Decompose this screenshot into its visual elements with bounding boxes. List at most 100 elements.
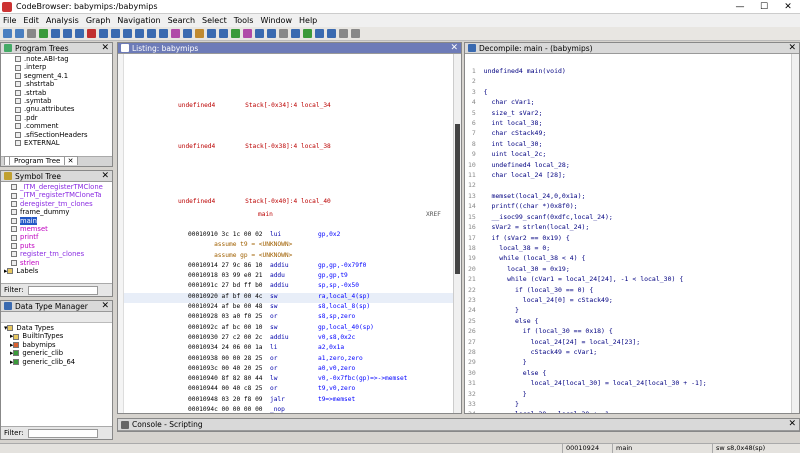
listing-row[interactable]: 0001092c af bc 00 10 sw gp,local_40(sp): [188, 323, 422, 333]
function-icon[interactable]: [171, 29, 180, 38]
back-icon[interactable]: [3, 29, 12, 38]
list-item[interactable]: ▾ Data Types: [4, 324, 112, 332]
code-line[interactable]: 2: [468, 76, 707, 86]
list-item[interactable]: _ITM_deregisterTMClone: [11, 183, 112, 191]
nav-icon[interactable]: [315, 29, 324, 38]
close-icon[interactable]: ✕: [101, 171, 109, 182]
menu-navigation[interactable]: Navigation: [117, 16, 160, 25]
local-var[interactable]: undefined4 Stack[-0x34]:4 local_34: [178, 101, 331, 122]
code-line[interactable]: 6 int local_38;: [468, 118, 707, 128]
list-item[interactable]: _ITM_registerTMCloneTa: [11, 191, 112, 199]
list-item[interactable]: register_tm_clones: [11, 250, 112, 258]
nav-icon[interactable]: [51, 29, 60, 38]
nav-icon[interactable]: [207, 29, 216, 38]
nav-icon[interactable]: [135, 29, 144, 38]
code-line[interactable]: 21 while (cVar1 = local_24[24], -1 < loc…: [468, 274, 707, 284]
list-item[interactable]: ▸ BuiltInTypes: [4, 332, 112, 340]
label-icon[interactable]: [243, 29, 252, 38]
list-item[interactable]: strlen: [11, 259, 112, 267]
function-label[interactable]: main: [258, 210, 273, 220]
list-item[interactable]: ▸ generic_clib_64: [4, 358, 112, 366]
code-line[interactable]: 12: [468, 180, 707, 190]
code-line[interactable]: 24 }: [468, 305, 707, 315]
listing-row[interactable]: 00010928 03 a0 f0 25 or s8,sp,zero: [188, 312, 422, 322]
local-var[interactable]: undefined4 Stack[-0x38]:4 local_38: [178, 142, 331, 176]
menu-help[interactable]: Help: [299, 16, 317, 25]
tool-icon[interactable]: [339, 29, 348, 38]
close-icon[interactable]: ✕: [450, 43, 458, 54]
code-line[interactable]: 11 char local_24 [28];: [468, 170, 707, 180]
local-var[interactable]: undefined4 Stack[-0x40]:4 local_40: [178, 197, 331, 207]
bookmark-icon[interactable]: [87, 29, 96, 38]
nav-icon[interactable]: [147, 29, 156, 38]
code-line[interactable]: 28 cStack49 = cVar1;: [468, 347, 707, 357]
listing-row[interactable]: 00010920 af bf 00 4c sw ra,local_4(sp): [188, 292, 422, 302]
code-line[interactable]: 18 local_38 = 0;: [468, 243, 707, 253]
code-line[interactable]: 9 uint local_2c;: [468, 149, 707, 159]
code-line[interactable]: 32 }: [468, 389, 707, 399]
download-icon[interactable]: [39, 29, 48, 38]
menu-select[interactable]: Select: [202, 16, 227, 25]
code-line[interactable]: 8 int local_30;: [468, 139, 707, 149]
code-line[interactable]: 13 memset(local_24,0,0x1a);: [468, 191, 707, 201]
code-line[interactable]: 33 }: [468, 399, 707, 409]
nav-icon[interactable]: [291, 29, 300, 38]
nav-icon[interactable]: [111, 29, 120, 38]
listing-row[interactable]: 00010938 00 00 28 25 or a1,zero,zero: [188, 354, 422, 364]
minimize-button[interactable]: —: [728, 0, 752, 14]
dtm-filter-input[interactable]: [27, 428, 98, 438]
xref-label[interactable]: XREF: [426, 210, 441, 220]
menu-tools[interactable]: Tools: [234, 16, 254, 25]
nav-icon[interactable]: [63, 29, 72, 38]
nav-icon[interactable]: [75, 29, 84, 38]
list-item-selected[interactable]: main: [11, 216, 112, 226]
code-line[interactable]: 20 local_30 = 0x19;: [468, 264, 707, 274]
list-item[interactable]: puts: [11, 242, 112, 250]
code-line[interactable]: 23 local_24[0] = cStack49;: [468, 295, 707, 305]
listing-row[interactable]: 00010934 24 06 00 1a li a2,0x1a: [188, 343, 422, 353]
list-item[interactable]: .pdr: [15, 114, 112, 122]
listing-row[interactable]: assume t9 = <UNKNOWN>: [188, 240, 422, 250]
listing-row[interactable]: 00010944 00 40 c8 25 or t9,v0,zero: [188, 384, 422, 394]
nav-icon[interactable]: [219, 29, 228, 38]
list-item[interactable]: EXTERNAL: [15, 139, 112, 147]
listing-row[interactable]: 0001094c 00 00 00 00 _nop: [188, 405, 422, 413]
decompile-scrollbar[interactable]: [791, 54, 799, 413]
close-icon[interactable]: ✕: [788, 419, 796, 430]
close-icon[interactable]: ✕: [101, 43, 109, 54]
code-line[interactable]: 1 undefined4 main(void): [468, 66, 707, 76]
list-item[interactable]: .interp: [15, 63, 112, 71]
list-item[interactable]: .shstrtab: [15, 80, 112, 88]
listing-row[interactable]: 00010914 27 9c 86 10 addiu gp,gp,-0x79f0: [188, 261, 422, 271]
tab-program-tree[interactable]: Program Tree ✕: [4, 156, 79, 165]
list-item[interactable]: .strtab: [15, 89, 112, 97]
menu-analysis[interactable]: Analysis: [46, 16, 79, 25]
listing-row[interactable]: 00010930 27 c2 00 2c addiu v0,s8,0x2c: [188, 333, 422, 343]
list-item[interactable]: .sfiSectionHeaders: [15, 131, 112, 139]
nav-icon[interactable]: [267, 29, 276, 38]
listing-row[interactable]: 0001093c 00 40 20 25 or a0,v0,zero: [188, 364, 422, 374]
menu-search[interactable]: Search: [168, 16, 195, 25]
menu-window[interactable]: Window: [260, 16, 292, 25]
close-icon[interactable]: ✕: [788, 43, 796, 54]
listing-row[interactable]: 00010910 3c 1c 00 02 lui gp,0x2: [188, 230, 422, 240]
code-line[interactable]: 25 else {: [468, 316, 707, 326]
menu-graph[interactable]: Graph: [86, 16, 111, 25]
listing-row[interactable]: 00010924 af be 00 48 sw s8,local_8(sp): [188, 302, 422, 312]
listing-row[interactable]: 00010948 03 20 f8 09 jalr t9=>memset: [188, 395, 422, 405]
maximize-button[interactable]: ☐: [752, 0, 776, 14]
forward-icon[interactable]: [15, 29, 24, 38]
code-line[interactable]: 4 char cVar1;: [468, 97, 707, 107]
list-item[interactable]: .comment: [15, 122, 112, 130]
listing-row[interactable]: 00010918 03 99 e0 21 addu gp,gp,t9: [188, 271, 422, 281]
code-line[interactable]: 19 while (local_38 < 4) {: [468, 253, 707, 263]
code-line[interactable]: 22 if (local_30 == 0) {: [468, 285, 707, 295]
nav-icon[interactable]: [99, 29, 108, 38]
code-line[interactable]: 34 local_30 = local_30 + -1;: [468, 409, 707, 413]
labels-folder[interactable]: ▸ Labels: [4, 267, 112, 275]
close-icon[interactable]: ✕: [101, 301, 109, 312]
list-item[interactable]: deregister_tm_clones: [11, 200, 112, 208]
code-line[interactable]: 27 local_24[24] = local_24[23];: [468, 337, 707, 347]
code-line[interactable]: 15 __isoc99_scanf(0xdfc,local_24);: [468, 212, 707, 222]
nav-icon[interactable]: [183, 29, 192, 38]
